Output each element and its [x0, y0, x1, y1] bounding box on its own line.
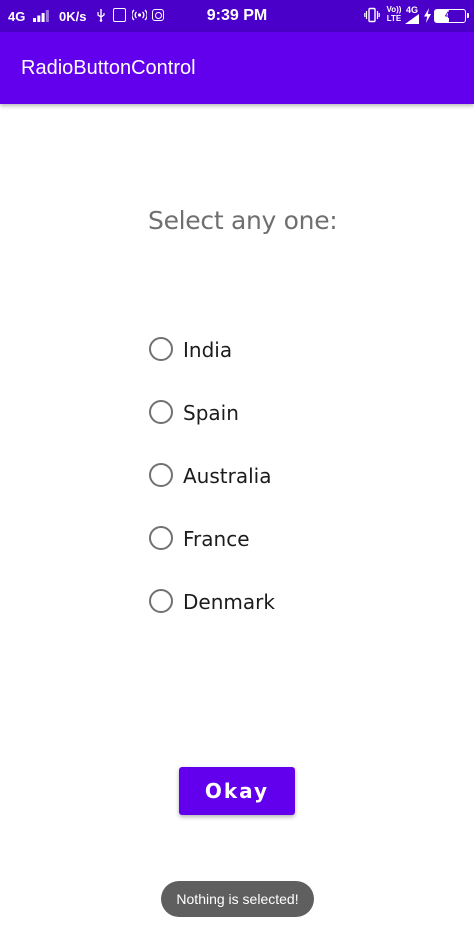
app-bar: RadioButtonControl	[0, 32, 474, 104]
prompt-label: Select any one:	[148, 206, 338, 235]
radio-label: Australia	[183, 464, 272, 488]
okay-button[interactable]: Okay	[179, 767, 295, 815]
radio-label: France	[183, 527, 250, 551]
vibrate-icon	[364, 7, 380, 23]
radio-group: India Spain Australia France Denmark	[148, 334, 408, 649]
radio-label: India	[183, 338, 233, 362]
radio-label: Denmark	[183, 590, 275, 614]
radio-button[interactable]	[149, 400, 173, 424]
radio-option-india[interactable]: India	[148, 334, 408, 397]
battery-level-text: 47	[444, 10, 455, 20]
radio-button[interactable]	[149, 463, 173, 487]
app-title: RadioButtonControl	[21, 57, 196, 79]
radio-button[interactable]	[149, 589, 173, 613]
signal-icon	[405, 14, 419, 24]
radio-button[interactable]	[149, 526, 173, 550]
radio-option-denmark[interactable]: Denmark	[148, 586, 408, 649]
volte-indicator: Vo)) LTE	[386, 5, 402, 23]
radio-option-australia[interactable]: Australia	[148, 460, 408, 523]
radio-option-france[interactable]: France	[148, 523, 408, 586]
toast-message: Nothing is selected!	[161, 881, 314, 917]
status-bar: 4G 0K/s 9:39 PM Vo)) LTE 4G 47	[0, 0, 474, 32]
radio-label: Spain	[183, 401, 239, 425]
battery-icon: 47	[434, 9, 469, 23]
charging-icon	[424, 8, 431, 23]
radio-option-spain[interactable]: Spain	[148, 397, 408, 460]
radio-button[interactable]	[149, 337, 173, 361]
